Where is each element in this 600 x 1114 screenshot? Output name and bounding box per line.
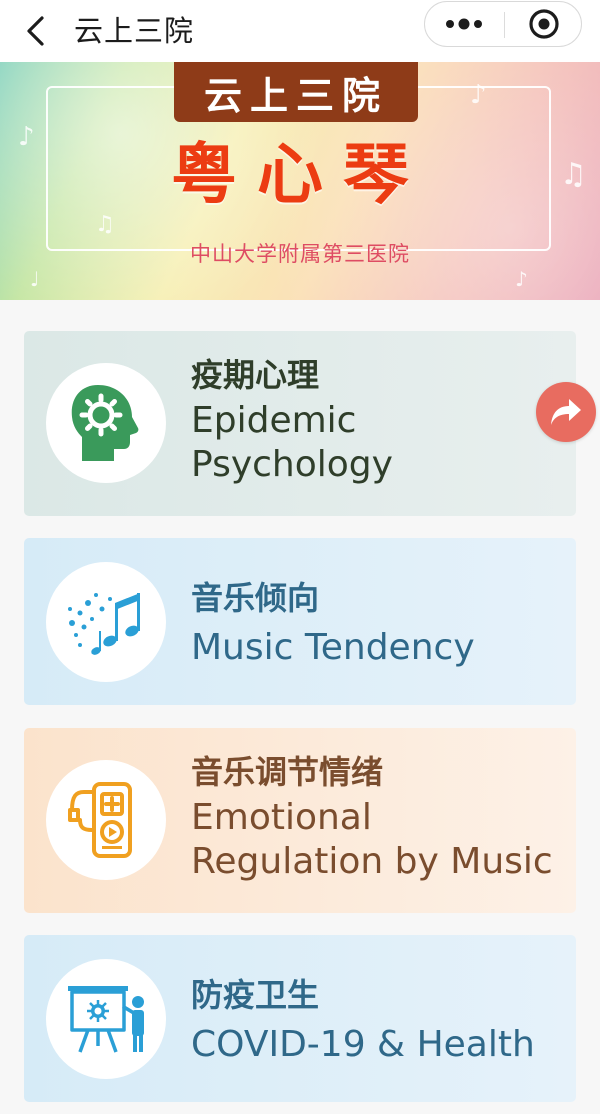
virus-presentation-icon	[68, 986, 144, 1053]
card-title-en-line1: Emotional	[191, 797, 372, 838]
card-epidemic-psychology[interactable]: 疫期心理 Epidemic Psychology	[24, 331, 576, 516]
card-covid-health[interactable]: 防疫卫生 COVID-19 & Health	[24, 935, 576, 1102]
card-title-en-line1: COVID-19 & Health	[191, 1024, 535, 1065]
card-text: 音乐倾向 Music Tendency	[191, 578, 475, 670]
card-title-en-line2: Regulation by Music	[191, 841, 553, 882]
target-close-icon	[528, 9, 559, 39]
nav-bar: 云上三院	[0, 0, 600, 62]
close-button[interactable]	[505, 2, 582, 46]
mini-program-capsule	[424, 1, 582, 47]
card-title-cn: 音乐倾向	[191, 579, 320, 617]
icon-circle	[46, 760, 166, 880]
card-text: 疫期心理 Epidemic Psychology	[191, 355, 393, 487]
card-title-en-line1: Music Tendency	[191, 627, 475, 668]
card-title-en-line2: Psychology	[191, 444, 393, 485]
banner-tag-text: 云上三院	[203, 72, 388, 118]
card-text: 防疫卫生 COVID-19 & Health	[191, 975, 535, 1067]
card-title-en-line1: Epidemic	[191, 400, 357, 441]
music-note-icon: ♩	[30, 267, 40, 291]
music-player-icon	[68, 782, 132, 858]
share-arrow-icon	[551, 399, 581, 425]
music-note-icon: ♪	[515, 267, 528, 291]
more-dots-icon	[446, 18, 482, 30]
banner-title: 粤心琴	[171, 135, 429, 213]
card-music-tendency[interactable]: 音乐倾向 Music Tendency	[24, 538, 576, 705]
card-title-cn: 疫期心理	[191, 356, 320, 394]
page-title: 云上三院	[74, 14, 195, 48]
music-notes-icon	[68, 593, 140, 655]
card-emotional-regulation[interactable]: 音乐调节情绪 Emotional Regulation by Music	[24, 728, 576, 913]
banner: ♪ ♫ ♪ ♫ ♪ ♩ 云上三院 粤心琴 中山大学附属第三医院	[0, 62, 600, 300]
banner-subtitle: 中山大学附属第三医院	[190, 242, 410, 266]
back-button[interactable]	[14, 9, 58, 53]
icon-circle	[46, 959, 166, 1079]
card-title-cn: 音乐调节情绪	[191, 753, 384, 791]
more-button[interactable]	[425, 2, 503, 46]
card-text: 音乐调节情绪 Emotional Regulation by Music	[191, 752, 553, 884]
icon-circle	[46, 363, 166, 483]
share-button[interactable]	[536, 382, 596, 442]
banner-tag: 云上三院	[174, 62, 418, 122]
card-title-cn: 防疫卫生	[191, 976, 320, 1014]
head-gear-icon	[71, 385, 139, 461]
chevron-left-icon	[27, 16, 44, 46]
icon-circle	[46, 562, 166, 682]
